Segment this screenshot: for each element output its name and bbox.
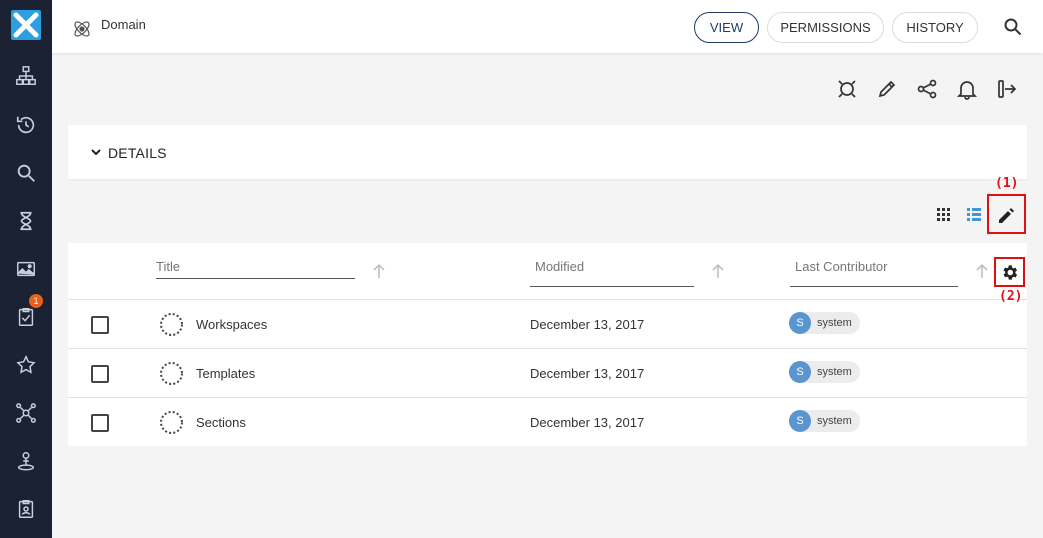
annotation-label-2: (2) [999, 289, 1023, 304]
column-header-modified[interactable]: Modified [530, 243, 700, 299]
column-header-last-contributor[interactable]: Last Contributor [790, 243, 960, 299]
table-row[interactable]: Workspaces December 13, 2017 S system [68, 299, 1027, 348]
details-label: DETAILS [108, 145, 167, 161]
row-title[interactable]: Sections [196, 415, 246, 430]
avatar: S [789, 312, 811, 334]
details-panel[interactable]: DETAILS [68, 125, 1027, 179]
domain-icon [74, 21, 90, 37]
contributor-name: system [817, 415, 852, 427]
contributor-name: system [817, 366, 852, 378]
tab-view[interactable]: VIEW [694, 12, 759, 43]
sort-arrow-icon[interactable] [711, 263, 725, 279]
sort-arrow-icon[interactable] [372, 263, 386, 279]
export-icon[interactable] [996, 78, 1018, 100]
row-title[interactable]: Templates [196, 366, 255, 381]
tab-permissions[interactable]: PERMISSIONS [767, 12, 884, 43]
sitemap-icon[interactable] [14, 64, 38, 88]
gear-icon[interactable] [1000, 263, 1019, 282]
star-icon[interactable] [14, 353, 38, 377]
workspace-icon [160, 313, 183, 336]
row-title[interactable]: Workspaces [196, 317, 267, 332]
row-checkbox[interactable] [91, 316, 109, 334]
search-icon[interactable] [14, 161, 38, 185]
user-location-icon[interactable] [14, 449, 38, 473]
preview-icon[interactable] [836, 78, 858, 100]
top-header: Domain VIEW PERMISSIONS HISTORY [52, 0, 1043, 53]
sidebar: 1 [0, 0, 52, 538]
annotation-label-1: (1) [995, 176, 1019, 191]
bell-icon[interactable] [956, 78, 978, 100]
share-icon[interactable] [916, 78, 938, 100]
history-icon[interactable] [14, 113, 38, 137]
contributor-name: system [817, 317, 852, 329]
grid-view-icon[interactable] [935, 205, 953, 223]
network-icon[interactable] [14, 401, 38, 425]
tab-history[interactable]: HISTORY [892, 12, 978, 43]
search-icon[interactable] [1003, 17, 1023, 37]
list-view-icon[interactable] [965, 205, 983, 223]
template-icon [160, 362, 183, 385]
tasks-badge: 1 [29, 294, 43, 308]
images-icon[interactable] [14, 257, 38, 281]
row-modified: December 13, 2017 [530, 415, 645, 430]
table-row[interactable]: Templates December 13, 2017 S system [68, 348, 1027, 397]
row-modified: December 13, 2017 [530, 366, 645, 381]
avatar: S [789, 410, 811, 432]
table-row[interactable]: Sections December 13, 2017 S system [68, 397, 1027, 446]
contributor-chip[interactable]: S system [789, 410, 860, 432]
app-logo[interactable] [11, 10, 41, 40]
document-table: Title Modified Last Contributor Workspac… [68, 243, 1027, 446]
page-title: Domain [101, 17, 146, 32]
hourglass-icon[interactable] [14, 209, 38, 233]
chevron-down-icon [91, 149, 101, 156]
contributor-chip[interactable]: S system [789, 312, 860, 334]
tasks-icon[interactable] [14, 305, 38, 329]
row-checkbox[interactable] [91, 365, 109, 383]
edit-icon[interactable] [876, 78, 898, 100]
sort-arrow-icon[interactable] [975, 263, 989, 279]
clipboard-user-icon[interactable] [14, 497, 38, 521]
contributor-chip[interactable]: S system [789, 361, 860, 383]
edit-pencil-icon[interactable] [996, 204, 1018, 226]
row-checkbox[interactable] [91, 414, 109, 432]
avatar: S [789, 361, 811, 383]
section-icon [160, 411, 183, 434]
column-header-title[interactable]: Title [156, 243, 356, 299]
row-modified: December 13, 2017 [530, 317, 645, 332]
